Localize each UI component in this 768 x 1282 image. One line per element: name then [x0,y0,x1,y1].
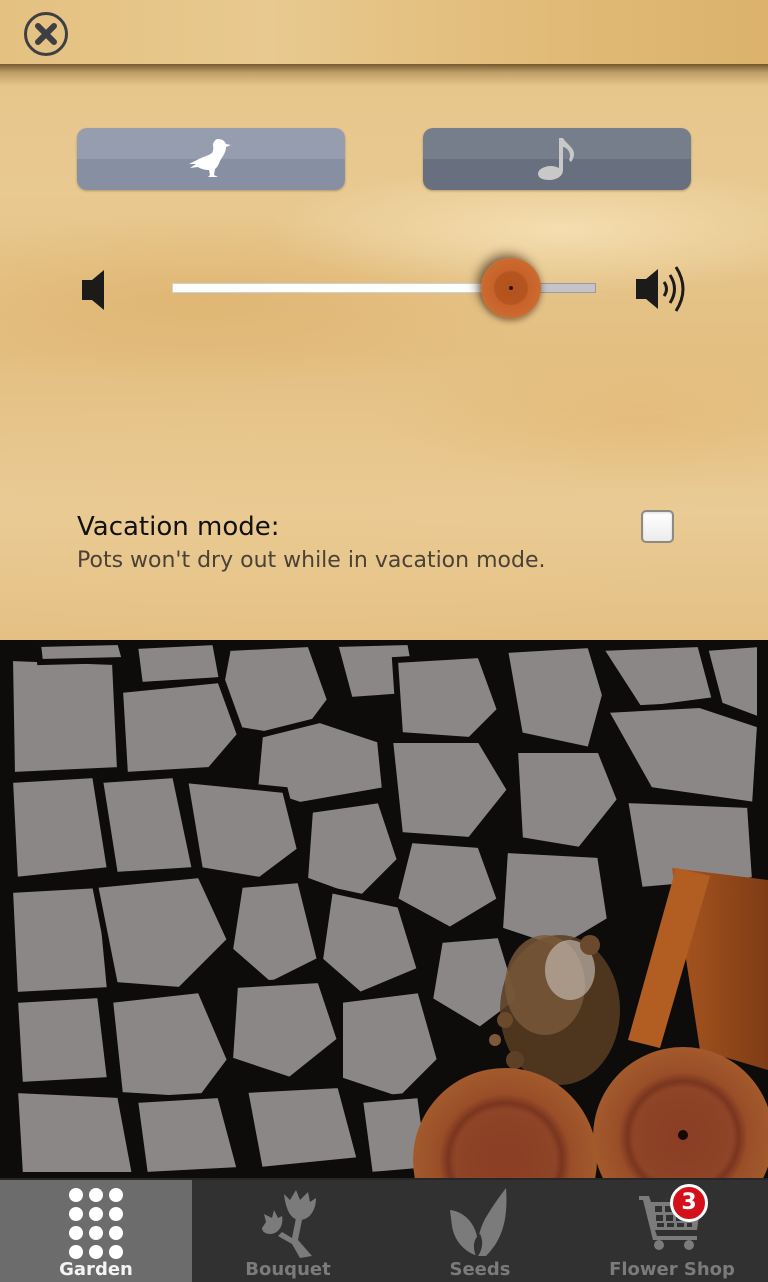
music-note-icon [538,138,575,180]
top-bar [0,0,768,66]
pot-right[interactable] [593,1047,768,1180]
tab-seeds[interactable]: Seeds [384,1180,576,1282]
leaf-icon [448,1186,512,1264]
vacation-mode-checkbox[interactable] [641,510,674,543]
close-button[interactable] [23,11,69,57]
bottom-nav: Garden Bouquet Seeds 3 Flower Shop [0,1178,768,1282]
vacation-mode-title: Vacation mode: [77,512,280,542]
top-bar-shadow [0,64,768,86]
tab-garden-label: Garden [59,1259,133,1280]
tab-garden[interactable]: Garden [0,1180,192,1282]
sound-effects-button[interactable] [77,128,345,190]
pot-left[interactable] [413,1068,597,1180]
garden-illustration [6,640,768,1180]
vacation-mode-description: Pots won't dry out while in vacation mod… [77,548,546,573]
tab-seeds-label: Seeds [449,1259,511,1280]
speaker-high-icon [636,262,688,316]
garden-scene[interactable] [0,640,768,1180]
close-circle-icon [24,12,68,56]
tab-flower-shop-label: Flower Shop [609,1259,735,1280]
tipped-pot [628,868,768,1070]
settings-panel: Vacation mode: Pots won't dry out while … [0,0,768,640]
speaker-low-icon [82,270,108,310]
volume-slider-fill [172,283,512,293]
tab-flower-shop[interactable]: 3 Flower Shop [576,1180,768,1282]
volume-slider-thumb[interactable] [481,258,542,318]
tab-bouquet[interactable]: Bouquet [192,1180,384,1282]
music-button[interactable] [423,128,691,190]
bird-icon [189,139,231,177]
cart-count-badge: 3 [670,1184,708,1222]
volume-slider[interactable] [172,258,596,318]
pot-drain-hole [678,1130,688,1140]
flower-icon [256,1186,320,1264]
grid-dots-icon [66,1186,126,1264]
tab-bouquet-label: Bouquet [245,1259,331,1280]
